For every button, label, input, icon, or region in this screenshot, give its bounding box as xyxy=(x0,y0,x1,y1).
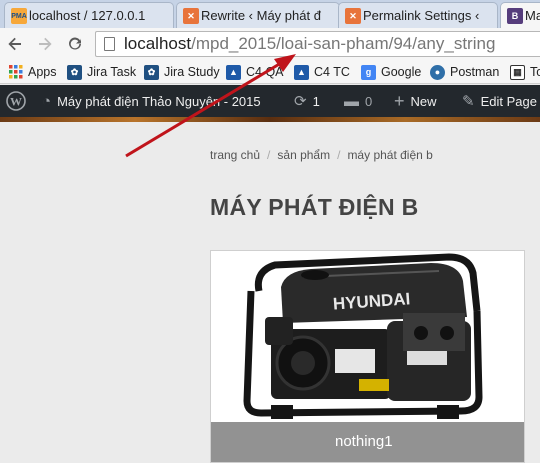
breadcrumb-separator: / xyxy=(267,148,271,162)
bookmark-label: Apps xyxy=(28,65,57,79)
comments-count: 0 xyxy=(365,93,373,109)
phpmyadmin-icon: PMA xyxy=(11,8,27,24)
page-content: trang chủ / sản phẩm / máy phát điện b MÁY P… xyxy=(0,122,540,463)
bookmarks-bar: Apps ✿ Jira Task ✿ Jira Study ▲ C4 QA ▲ … xyxy=(0,60,540,84)
svg-text:W: W xyxy=(10,95,22,109)
breadcrumb-separator: / xyxy=(337,148,341,162)
bookmark-label: Jira Study xyxy=(164,65,220,79)
tab-label: localhost / 127.0.0.1 xyxy=(29,8,146,23)
breadcrumb: trang chủ / sản phẩm / máy phát điện b xyxy=(210,148,433,162)
site-name-link[interactable]: ◔ Máy phát điện Thảo Nguyên - 2015 xyxy=(42,85,261,117)
breadcrumb-home[interactable]: trang chủ xyxy=(210,148,260,162)
page-title: MÁY PHÁT ĐIỆN B xyxy=(210,194,419,220)
updates-link[interactable]: ⟳ 1 xyxy=(294,85,320,117)
url-path: /mpd_2015/loai-san-pham/94/any_string xyxy=(191,34,496,53)
bookmark-label: C4 TC xyxy=(314,65,350,79)
breadcrumb-current: máy phát điện b xyxy=(347,148,433,162)
tab-label: Rewrite ‹ Máy phát đ xyxy=(201,8,321,23)
page-icon xyxy=(104,37,115,51)
tab-current[interactable]: B Ma xyxy=(500,2,540,28)
forward-arrow-icon[interactable] xyxy=(34,33,56,55)
edit-page-link[interactable]: ✎ Edit Page xyxy=(462,85,537,117)
updates-icon: ⟳ xyxy=(294,93,307,110)
tab-label: Ma xyxy=(525,8,540,23)
jira-icon: ✿ xyxy=(67,64,82,80)
product-caption-bar: nothing1 xyxy=(211,422,524,462)
edit-label: Edit Page xyxy=(480,93,537,109)
google-icon: g xyxy=(361,64,376,80)
site-name: Máy phát điện Thảo Nguyên - 2015 xyxy=(57,93,261,109)
comment-icon: ▬ xyxy=(344,92,359,110)
xampp-icon: ✕ xyxy=(183,8,199,24)
bookmark-label: Google xyxy=(381,65,422,79)
bookmark-c4-qa[interactable]: ▲ C4 QA xyxy=(226,63,284,81)
tab-strip: PMA localhost / 127.0.0.1 ✕ Rewrite ‹ Má… xyxy=(0,0,540,28)
c4-icon: ▲ xyxy=(294,64,309,80)
bookmark-label: C4 QA xyxy=(246,65,284,79)
bookmark-google[interactable]: g Google xyxy=(361,63,421,81)
new-label: New xyxy=(410,93,437,109)
tab-label: Permalink Settings ‹ xyxy=(363,8,480,23)
tab-permalink[interactable]: ✕ Permalink Settings ‹ xyxy=(338,2,498,28)
breadcrumb-products[interactable]: sản phẩm xyxy=(277,148,330,162)
bookmark-jira-task[interactable]: ✿ Jira Task xyxy=(67,63,136,81)
wp-admin-bar: W ◔ Máy phát điện Thảo Nguyên - 2015 ⟳ 1… xyxy=(0,85,540,117)
bootstrap-icon: B xyxy=(507,8,523,24)
new-content-link[interactable]: + New xyxy=(394,85,437,117)
tab-phpmyadmin[interactable]: PMA localhost / 127.0.0.1 xyxy=(4,2,174,28)
browser-toolbar: localhost/mpd_2015/loai-san-pham/94/any_… xyxy=(0,28,540,60)
updates-count: 1 xyxy=(312,93,320,109)
product-caption: nothing1 xyxy=(335,433,393,450)
bookmark-postman[interactable]: ● Postman xyxy=(430,63,499,81)
xampp-icon: ✕ xyxy=(345,8,361,24)
bookmark-label: To xyxy=(530,65,540,79)
bookmark-jira-study[interactable]: ✿ Jira Study xyxy=(144,63,220,81)
pencil-icon: ✎ xyxy=(462,93,475,110)
address-bar[interactable]: localhost/mpd_2015/loai-san-pham/94/any_… xyxy=(95,31,540,57)
c4-icon: ▲ xyxy=(226,64,241,80)
table-icon: ▦ xyxy=(510,64,525,80)
apps-grid-icon xyxy=(8,65,23,80)
reload-icon[interactable] xyxy=(64,33,86,55)
tab-rewrite[interactable]: ✕ Rewrite ‹ Máy phát đ xyxy=(176,2,340,28)
bookmark-apps[interactable]: Apps xyxy=(8,63,57,81)
postman-icon: ● xyxy=(430,64,445,80)
bookmark-to[interactable]: ▦ To xyxy=(510,63,540,81)
bookmark-c4-tc[interactable]: ▲ C4 TC xyxy=(294,63,350,81)
back-arrow-icon[interactable] xyxy=(4,33,26,55)
comments-link[interactable]: ▬ 0 xyxy=(344,85,372,117)
plus-icon: + xyxy=(394,90,405,111)
generator-image: HYUNDAI xyxy=(243,253,483,419)
jira-icon: ✿ xyxy=(144,64,159,80)
url-host: localhost xyxy=(124,34,192,53)
bookmark-label: Postman xyxy=(450,65,500,79)
bookmark-label: Jira Task xyxy=(87,65,137,79)
product-card[interactable]: HYUNDAI nothing1 xyxy=(210,250,525,463)
dashboard-icon: ◔ xyxy=(42,92,52,110)
wp-logo-icon[interactable]: W xyxy=(6,85,26,117)
